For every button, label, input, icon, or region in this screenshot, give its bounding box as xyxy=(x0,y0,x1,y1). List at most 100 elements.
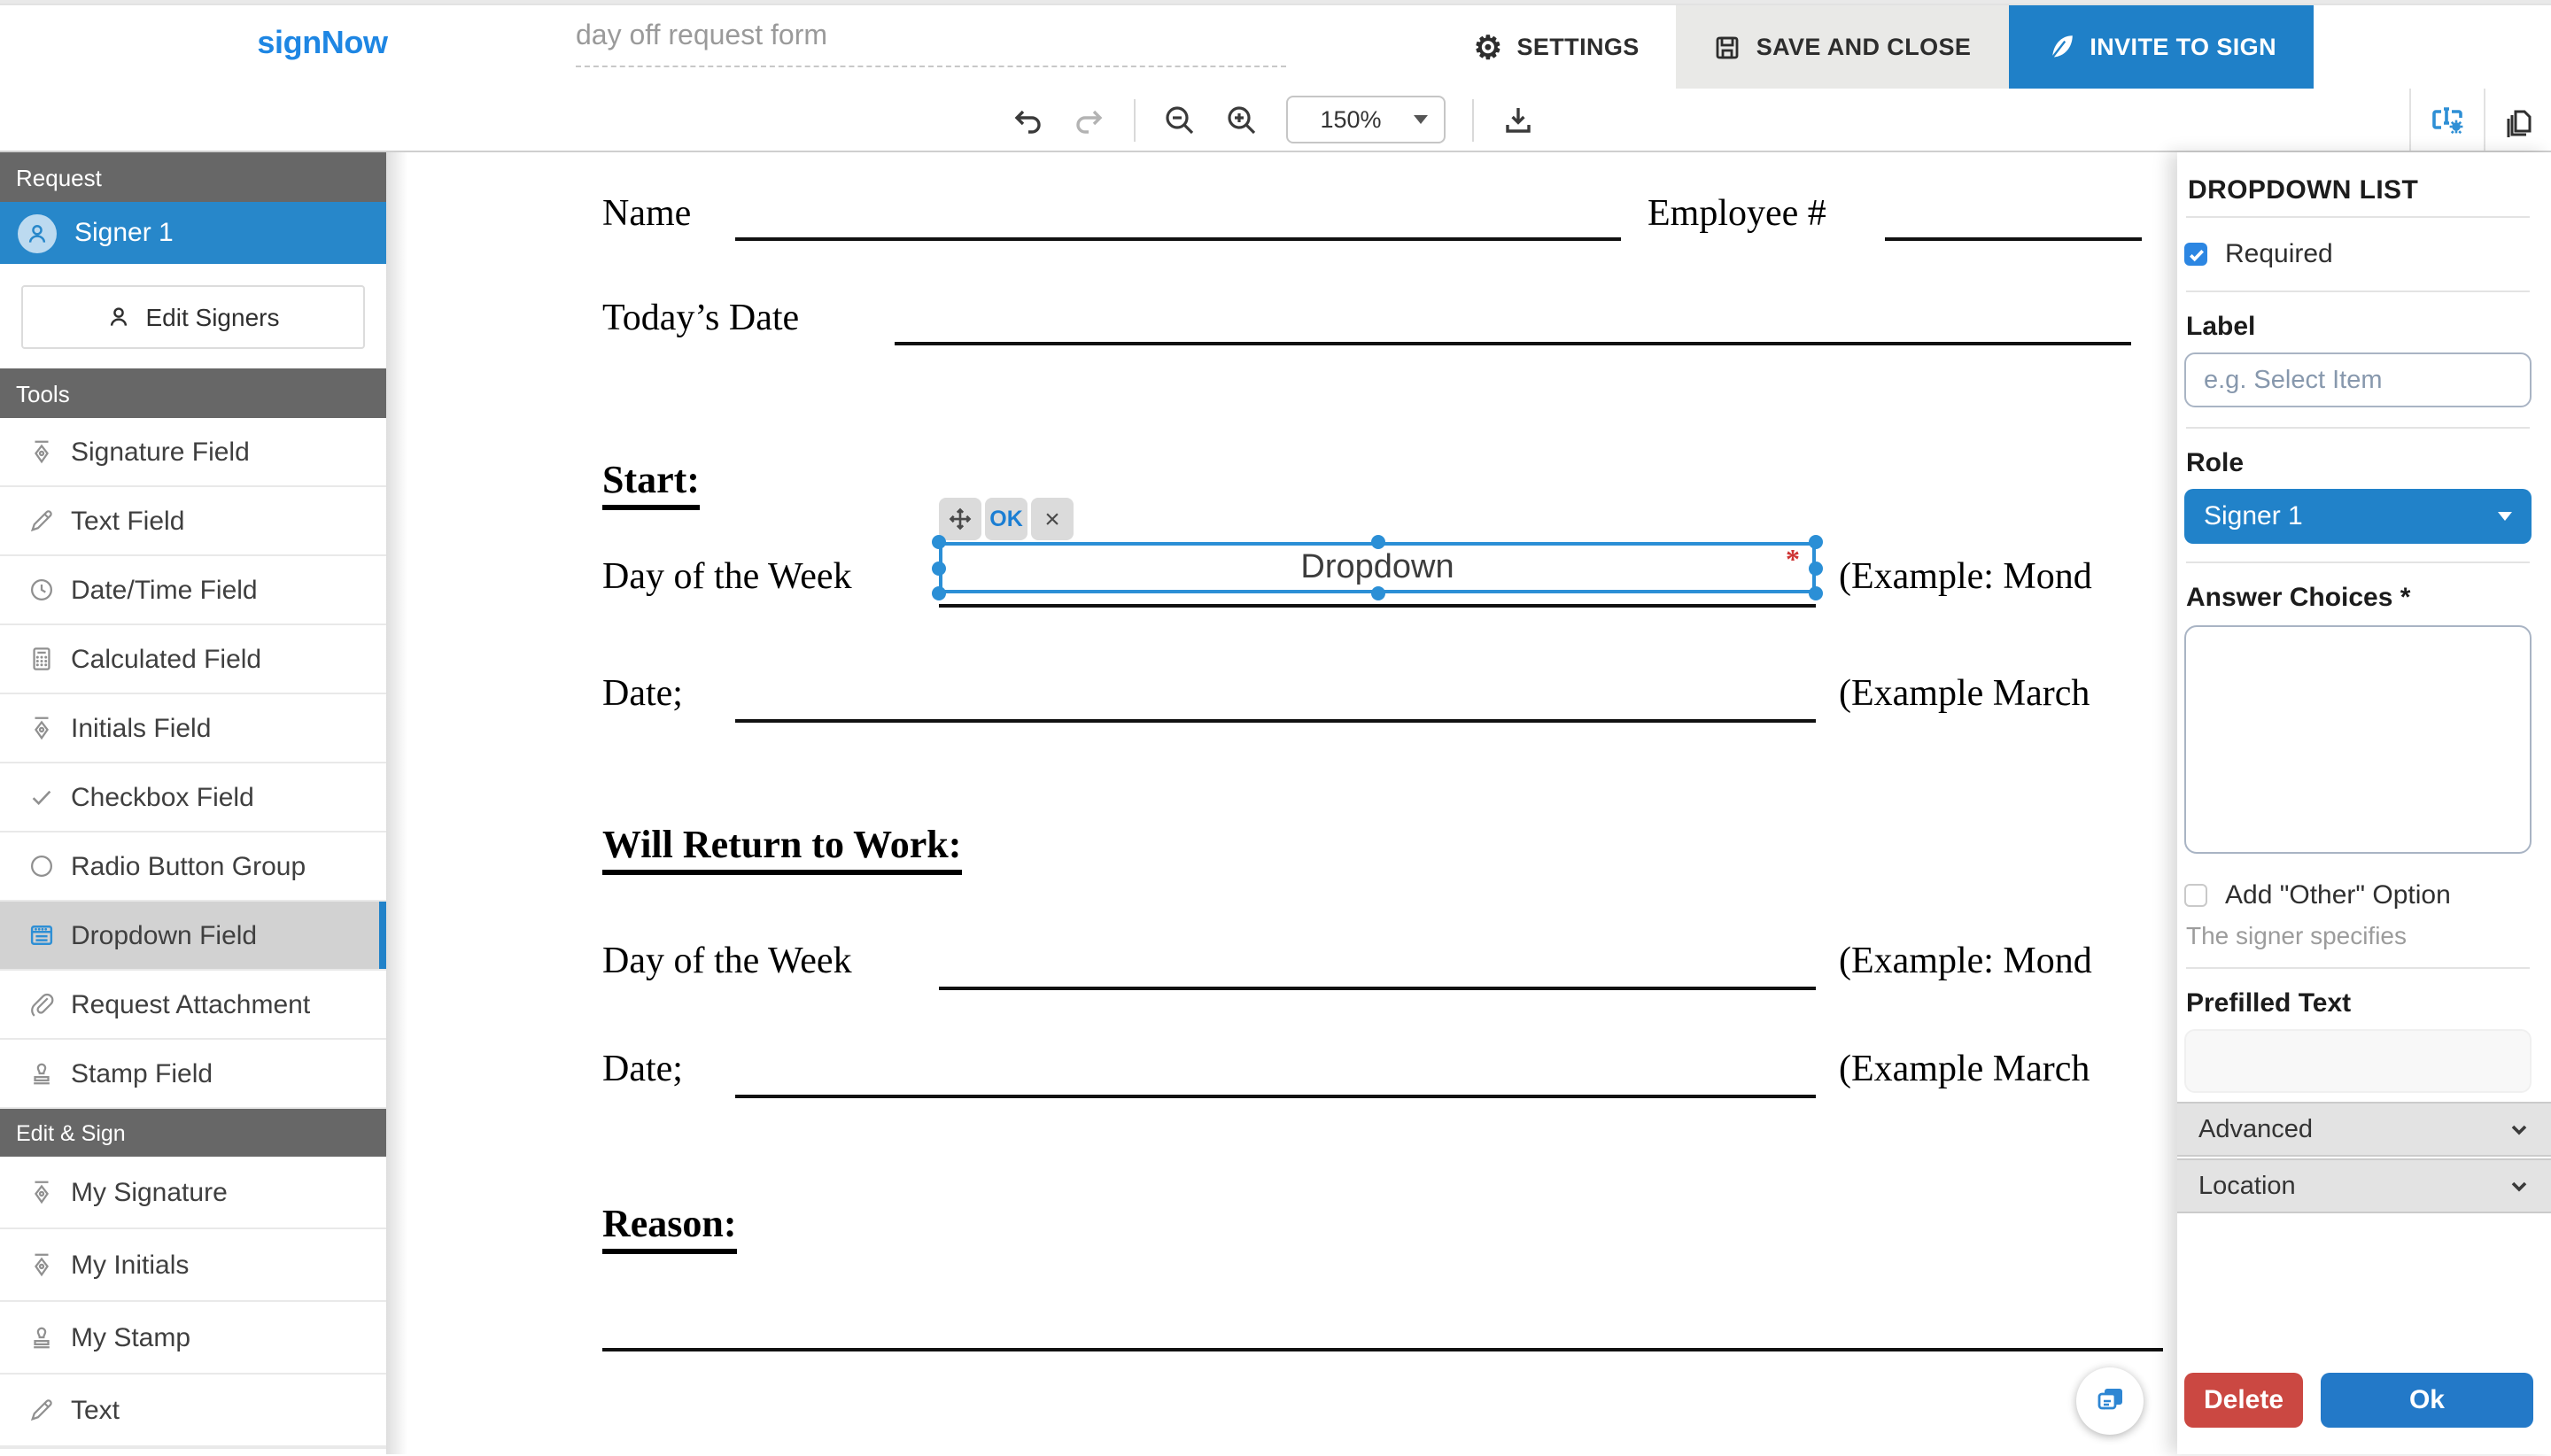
field-ok-button[interactable]: OK xyxy=(985,498,1027,540)
settings-button[interactable]: ⚙ SETTINGS xyxy=(1437,5,1677,89)
panel-divider xyxy=(2186,967,2530,969)
dropdown-field-label: Dropdown xyxy=(1300,548,1454,587)
invite-to-sign-label: INVITE TO SIGN xyxy=(2090,34,2276,60)
answer-choices-heading: Answer Choices * xyxy=(2186,583,2410,613)
tool-label: Calculated Field xyxy=(71,644,261,674)
field-properties-panel: DROPDOWN LIST Required Label Role Signer… xyxy=(2177,152,2551,1454)
pages-icon[interactable] xyxy=(2484,89,2551,151)
tool-stamp-field[interactable]: Stamp Field xyxy=(0,1040,386,1109)
toolbar-divider xyxy=(1134,98,1136,141)
role-heading: Role xyxy=(2186,448,2244,478)
doc-name-line xyxy=(735,237,1621,241)
tool-dropdown-field[interactable]: Dropdown Field xyxy=(0,902,386,971)
resize-handle[interactable] xyxy=(1371,586,1385,600)
label-input[interactable] xyxy=(2184,352,2532,407)
work-area: Name Employee # Today’s Date Start: OK xyxy=(0,152,2551,1454)
zoom-in-icon[interactable] xyxy=(1224,102,1260,137)
resize-handle[interactable] xyxy=(932,561,946,576)
delete-button[interactable]: Delete xyxy=(2184,1373,2303,1428)
chevron-down-icon xyxy=(1414,115,1428,124)
zoom-level-select[interactable]: 150% xyxy=(1286,96,1446,143)
required-asterisk: * xyxy=(1786,546,1800,577)
app-window: signNow day off request form ⚙ SETTINGS … xyxy=(0,0,2551,1454)
document-title[interactable]: day off request form xyxy=(576,21,1286,67)
invite-to-sign-button[interactable]: INVITE TO SIGN xyxy=(2008,5,2314,89)
left-sidebar: Request Signer 1 Edit Signers Tools xyxy=(0,152,386,1454)
download-icon[interactable] xyxy=(1500,102,1536,137)
tool-label: My Initials xyxy=(71,1250,189,1280)
undo-icon[interactable] xyxy=(1010,102,1045,137)
tool-radio-button-group[interactable]: Radio Button Group xyxy=(0,833,386,902)
tool-my-signature[interactable]: My Signature xyxy=(0,1157,386,1229)
chevron-down-icon xyxy=(2508,1119,2530,1140)
tool-label: Date/Time Field xyxy=(71,575,258,605)
resize-handle[interactable] xyxy=(1371,535,1385,549)
doc-date-label-2: Date; xyxy=(602,1047,683,1091)
save-and-close-button[interactable]: SAVE AND CLOSE xyxy=(1677,5,2009,89)
comments-button[interactable] xyxy=(2076,1367,2144,1435)
tool-request-attachment[interactable]: Request Attachment xyxy=(0,971,386,1040)
tool-text-field[interactable]: Text Field xyxy=(0,487,386,556)
doc-employee-line xyxy=(1885,237,2142,241)
tool-calculated-field[interactable]: Calculated Field xyxy=(0,625,386,694)
doc-name-label: Name xyxy=(602,191,691,236)
resize-handle[interactable] xyxy=(1809,561,1823,576)
doc-example-monday-2: (Example: Mond xyxy=(1839,939,2092,983)
required-checkbox-row[interactable]: Required xyxy=(2184,239,2333,269)
pen-nib-icon xyxy=(28,1179,55,1205)
doc-start-heading: Start: xyxy=(602,457,700,510)
stamp-icon xyxy=(28,1060,55,1087)
stamp-icon xyxy=(28,1324,55,1351)
tool-initials-field[interactable]: Initials Field xyxy=(0,694,386,763)
field-overlay-toolbar: OK × xyxy=(939,498,1074,540)
edit-sign-section-header: Edit & Sign xyxy=(0,1109,386,1157)
panel-divider xyxy=(2186,216,2530,218)
tool-label: My Signature xyxy=(71,1177,228,1207)
add-other-label: Add "Other" Option xyxy=(2225,880,2451,910)
tool-date-time-field[interactable]: Date/Time Field xyxy=(0,556,386,625)
edit-sign-list: My Signature My Initials xyxy=(0,1157,386,1447)
tool-label: Text Field xyxy=(71,506,184,536)
redo-icon[interactable] xyxy=(1072,102,1107,137)
edit-signers-button[interactable]: Edit Signers xyxy=(21,285,365,349)
tool-signature-field[interactable]: Signature Field xyxy=(0,418,386,487)
zoom-out-icon[interactable] xyxy=(1162,102,1198,137)
location-accordion[interactable]: Location xyxy=(2177,1158,2551,1213)
feather-icon xyxy=(2045,32,2075,62)
calculator-icon xyxy=(28,646,55,672)
tool-label: Checkbox Field xyxy=(71,782,254,812)
tool-checkbox-field[interactable]: Checkbox Field xyxy=(0,763,386,833)
move-icon[interactable] xyxy=(939,498,981,540)
prefilled-text-input[interactable] xyxy=(2184,1029,2532,1093)
resize-handle[interactable] xyxy=(932,535,946,549)
resize-handle[interactable] xyxy=(932,586,946,600)
add-other-checkbox-row[interactable]: Add "Other" Option xyxy=(2184,880,2451,910)
advanced-accordion[interactable]: Advanced xyxy=(2177,1102,2551,1157)
role-select[interactable]: Signer 1 xyxy=(2184,489,2532,544)
tool-my-initials[interactable]: My Initials xyxy=(0,1229,386,1302)
avatar-person-icon xyxy=(18,213,57,252)
top-bar: signNow day off request form ⚙ SETTINGS … xyxy=(0,5,2551,90)
pencil-icon xyxy=(28,507,55,534)
answer-choices-textarea[interactable] xyxy=(2184,625,2532,854)
tool-my-stamp[interactable]: My Stamp xyxy=(0,1302,386,1375)
doc-employee-label: Employee # xyxy=(1648,191,1826,236)
sidebar-item-signer-1[interactable]: Signer 1 xyxy=(0,202,386,264)
tool-text[interactable]: Text xyxy=(0,1375,386,1447)
field-settings-icon[interactable] xyxy=(2409,89,2484,151)
checkbox-checked-icon[interactable] xyxy=(2184,243,2207,266)
required-label: Required xyxy=(2225,239,2333,269)
pen-nib-icon xyxy=(28,715,55,741)
signnow-logo: signNow xyxy=(243,25,402,62)
doc-day-of-week-line xyxy=(939,604,1816,608)
field-close-button[interactable]: × xyxy=(1031,498,1074,540)
resize-handle[interactable] xyxy=(1809,586,1823,600)
ok-button[interactable]: Ok xyxy=(2321,1373,2533,1428)
chat-bubbles-icon xyxy=(2092,1383,2128,1419)
resize-handle[interactable] xyxy=(1809,535,1823,549)
doc-reason-line xyxy=(602,1348,2163,1351)
floppy-icon xyxy=(1714,33,1742,61)
doc-todays-date-line xyxy=(895,342,2131,345)
tool-label: Dropdown Field xyxy=(71,920,257,950)
checkbox-unchecked-icon[interactable] xyxy=(2184,884,2207,907)
